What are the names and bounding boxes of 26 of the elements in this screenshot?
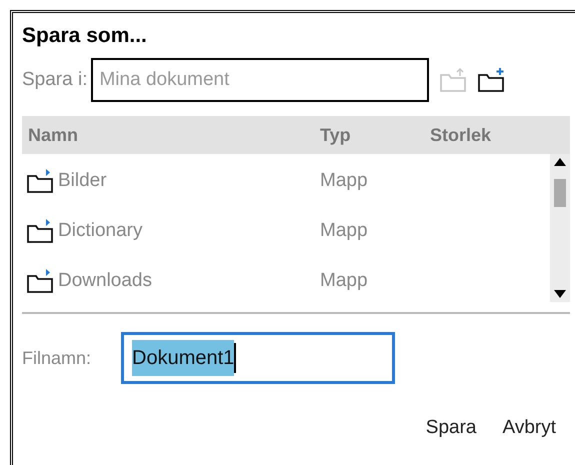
file-type: Mapp — [320, 268, 368, 293]
folder-icon — [26, 168, 56, 194]
file-type: Mapp — [320, 218, 368, 243]
scroll-down-icon[interactable] — [554, 290, 566, 298]
window-title: Spara som... — [22, 25, 148, 46]
column-header[interactable]: Storlek — [430, 122, 492, 148]
filename-field[interactable]: Dokument1 — [121, 332, 395, 384]
file-row[interactable]: Downloads Mapp — [22, 256, 550, 306]
scroll-up-icon[interactable] — [554, 158, 566, 166]
scrollbar[interactable] — [550, 154, 570, 302]
save-button[interactable]: Spara — [420, 410, 482, 446]
file-type: Mapp — [320, 168, 368, 193]
file-row[interactable]: Dictionary Mapp — [22, 206, 550, 256]
location-field[interactable]: Mina dokument — [91, 58, 430, 102]
file-name: Dictionary — [58, 218, 142, 243]
file-name: Bilder — [58, 168, 107, 193]
file-row[interactable]: Bilder Mapp — [22, 156, 550, 206]
cancel-button[interactable]: Avbryt — [496, 410, 562, 446]
scroll-thumb[interactable] — [554, 179, 566, 207]
folder-icon — [26, 268, 56, 294]
folder-icon — [26, 218, 56, 244]
filename-label: Filnamn: — [22, 346, 92, 370]
location-label: Spara i: — [22, 68, 88, 92]
column-header[interactable]: Typ — [320, 122, 430, 148]
column-header[interactable]: Namn — [22, 122, 320, 148]
file-name: Downloads — [58, 268, 152, 293]
